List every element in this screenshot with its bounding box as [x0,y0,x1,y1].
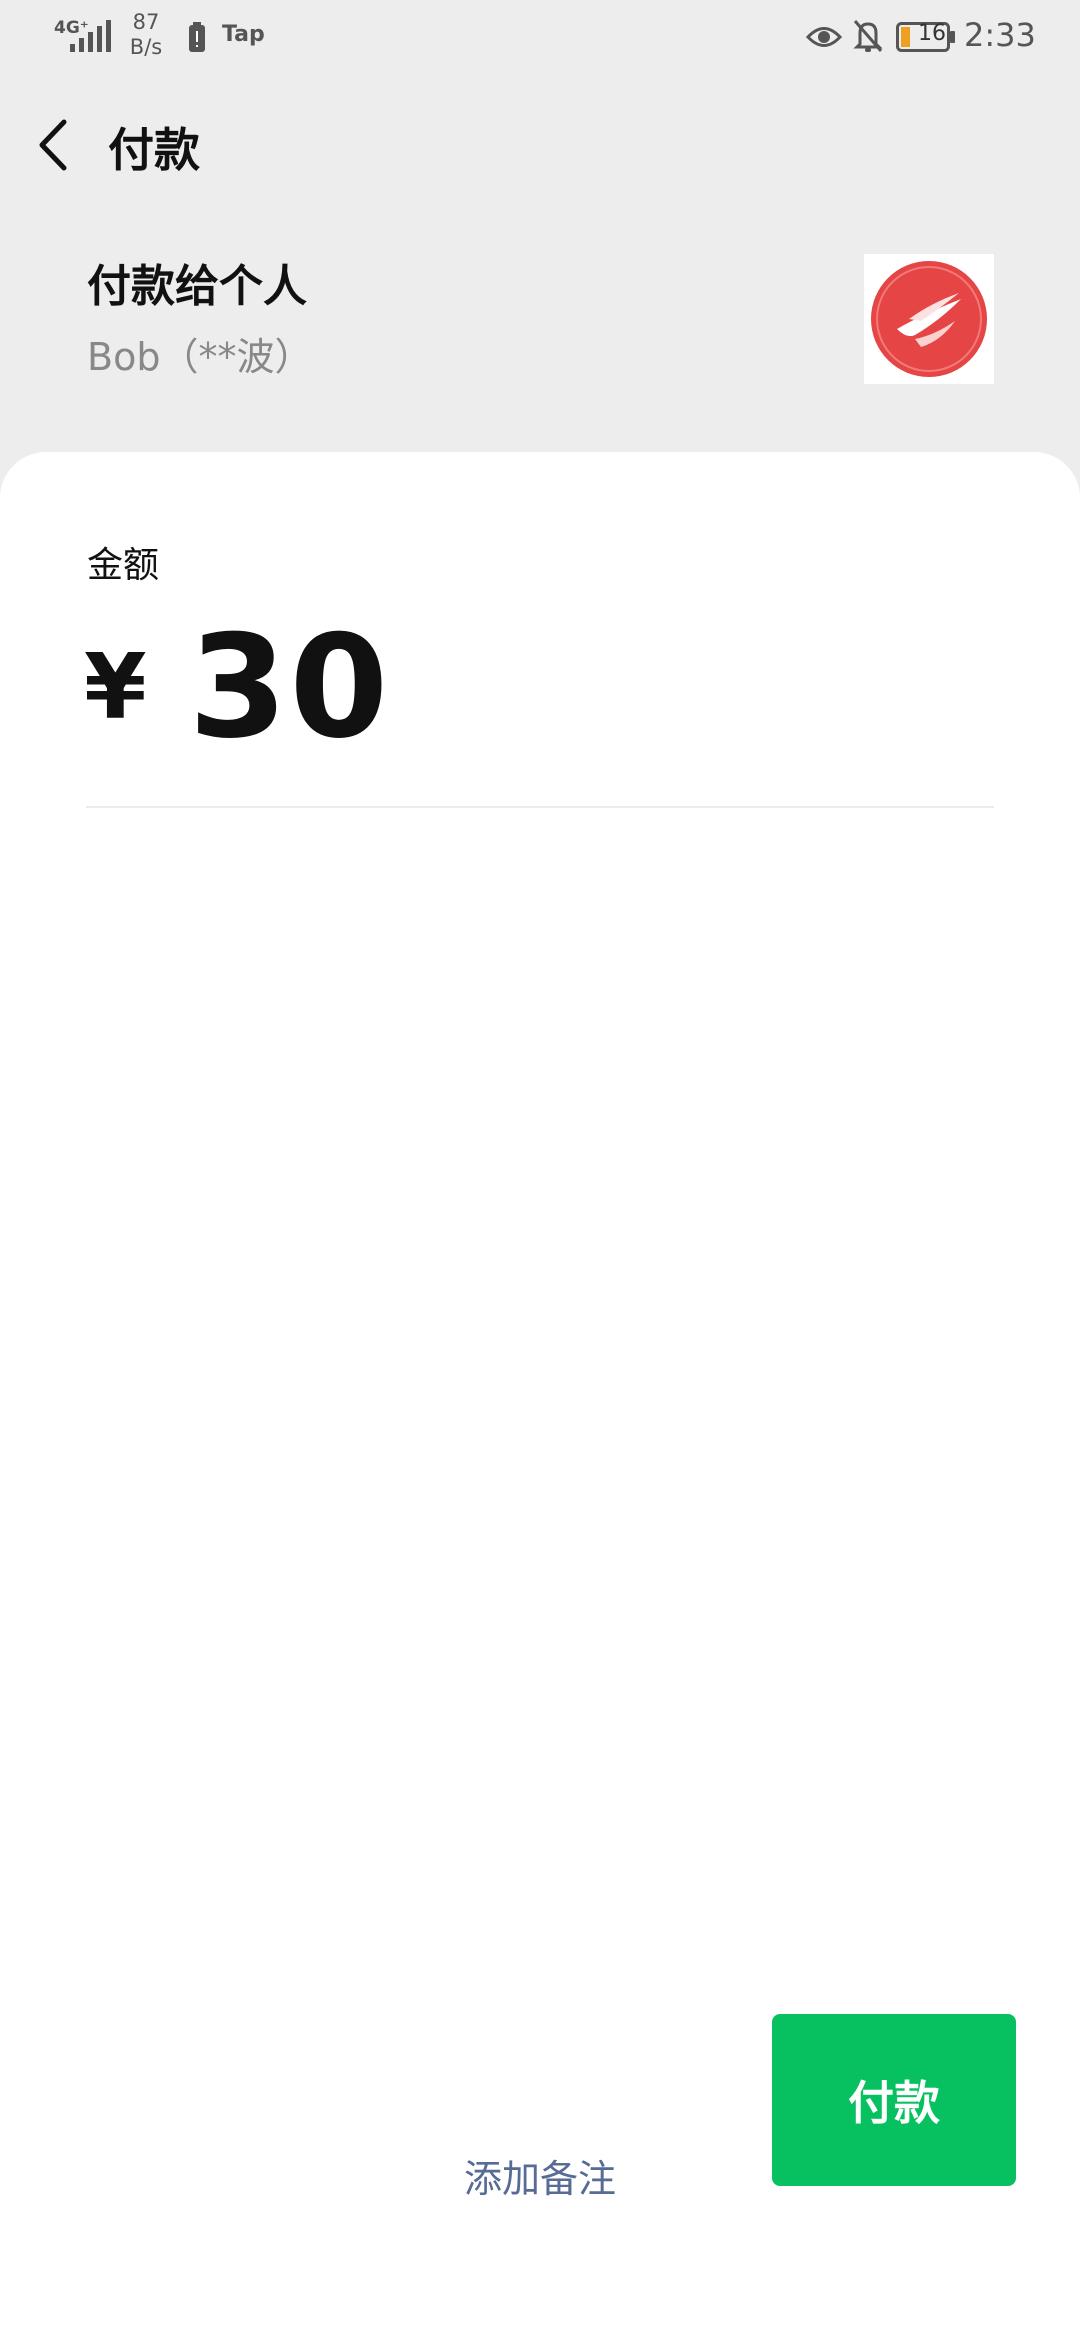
status-bar: 4G⁺ 87 B/s Tap 16 2:33 [0,0,1080,80]
payee-header: 付款给个人 Bob（**波） [0,230,1080,410]
battery-level: 16 [918,21,946,46]
payee-title: 付款给个人 [87,261,307,312]
tap-app-label: Tap [222,22,265,47]
network-speed: 87 B/s [126,10,166,60]
pay-button[interactable]: 付款 [772,2014,1016,2186]
eye-icon [806,27,842,47]
amount-value: 30 [188,604,391,770]
divider [86,806,994,808]
battery-alert-icon [189,22,205,52]
speed-unit: B/s [129,35,163,59]
payee-name: Bob（**波） [87,335,313,379]
currency-symbol: ¥ [84,634,147,740]
amount-input[interactable]: ¥ 30 [84,605,390,770]
amount-label: 金额 [87,545,160,586]
speed-value: 87 [132,10,160,34]
signal-icon [70,20,111,52]
back-button[interactable] [30,110,80,180]
bell-off-icon [853,20,883,52]
add-note-link[interactable]: 添加备注 [440,2148,640,2203]
chevron-left-icon [39,119,67,171]
bird-logo-icon [871,261,987,377]
page-title: 付款 [108,123,200,177]
nav-bar: 付款 [0,90,1080,200]
amount-card: 金额 ¥ 30 付款 添加备注 [0,452,1080,2340]
avatar [864,254,994,384]
clock: 2:33 [964,16,1036,54]
